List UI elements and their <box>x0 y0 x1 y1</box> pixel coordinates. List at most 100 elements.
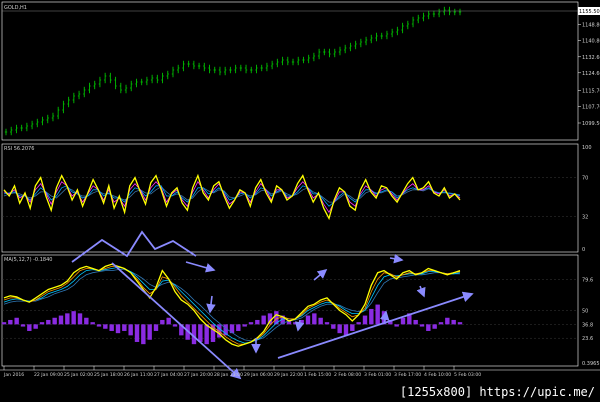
histogram-bar <box>426 324 431 331</box>
annotation-arrow <box>416 285 426 298</box>
histogram-bar <box>27 324 32 331</box>
histogram-bar <box>432 324 437 329</box>
histogram-bar <box>109 324 114 331</box>
histogram-bar <box>1 322 7 325</box>
price-tick-label: 1107.70 <box>582 105 600 111</box>
histogram-bar <box>331 324 336 329</box>
trading-chart: 1148.80 1140.80 1132.60 1124.60 1115.70 1107.… <box>0 1 600 380</box>
histogram-bar <box>400 317 406 325</box>
histogram-bar <box>369 308 374 325</box>
ma-tick-label: 79.6 <box>582 277 593 283</box>
histogram-bar <box>305 315 311 325</box>
histogram-bar <box>343 324 349 336</box>
histogram-bar <box>84 317 89 325</box>
histogram-bar <box>39 322 45 325</box>
time-tick-label: 25 Jan 02:00 <box>64 372 93 378</box>
histogram-bar <box>20 324 26 327</box>
histogram-bar <box>71 311 76 325</box>
time-tick-label: 2 Feb 08:00 <box>334 372 361 378</box>
histogram-bar <box>375 304 380 325</box>
rsi-line <box>3 180 461 214</box>
time-tick-label: 1 Feb 15:00 <box>304 372 331 378</box>
histogram-bar <box>14 317 19 325</box>
time-tick-label: 27 Jan 20:00 <box>184 372 213 378</box>
histogram-bar <box>242 324 247 327</box>
histogram-bar <box>324 322 330 325</box>
histogram-bar <box>141 324 146 345</box>
histogram-bar <box>362 315 368 325</box>
histogram-bar <box>52 317 57 325</box>
price-tick-label: 1132.60 <box>582 55 600 61</box>
time-tick-label: 28 Jan 13:00 <box>214 372 243 378</box>
annotation-zigzag <box>71 230 197 263</box>
histogram-bar <box>350 324 355 331</box>
price-tick-label: 1148.80 <box>582 22 600 28</box>
histogram-bar <box>312 313 317 325</box>
time-tick-label: 3 Feb 01:00 <box>364 372 391 378</box>
pane-frame <box>1 1 579 141</box>
time-tick-label: 25 Jan 18:00 <box>94 372 123 378</box>
ma-tick-label: 36.8 <box>582 322 593 328</box>
histogram-bar <box>103 324 108 329</box>
annotation-trendline-down <box>111 262 242 380</box>
time-tick-label: 4 Feb 10:00 <box>424 372 451 378</box>
time-tick-label: 22 Jan 09:00 <box>34 372 63 378</box>
histogram-bar <box>147 324 152 340</box>
histogram-bar <box>419 324 425 327</box>
time-tick-label: 26 Jan 11:00 <box>124 372 153 378</box>
time-tick-label: Jan 2016 <box>3 372 24 378</box>
histogram-bar <box>236 324 241 331</box>
annotation-arrow <box>185 261 216 273</box>
histogram-bar <box>337 324 342 334</box>
histogram-bar <box>172 324 178 327</box>
annotation-arrow <box>389 253 404 264</box>
histogram-bar <box>65 313 70 325</box>
ma-tick-label: 0.3965 <box>582 361 600 367</box>
histogram-bar <box>457 322 463 325</box>
histogram-bar <box>46 319 51 325</box>
time-tick-label: 3 Feb 17:00 <box>394 372 421 378</box>
rsi-tick-label: 100 <box>582 145 592 151</box>
histogram-bar <box>153 324 159 331</box>
annotation-arrow <box>294 319 305 332</box>
histogram-bar <box>58 315 64 325</box>
time-tick-label: 29 Jan 22:00 <box>274 372 303 378</box>
histogram-bar <box>445 317 450 325</box>
histogram-bar <box>90 322 95 325</box>
price-tick-label: 1115.70 <box>582 89 600 95</box>
histogram-bar <box>96 324 102 327</box>
histogram-bar <box>33 324 38 329</box>
histogram-bar <box>318 317 323 325</box>
rsi-tick-label: 0 <box>582 247 585 253</box>
histogram-bar <box>122 324 127 331</box>
histogram-bar <box>248 322 254 325</box>
time-tick-label: 5 Feb 03:00 <box>454 372 481 378</box>
histogram-bar <box>115 324 121 334</box>
annotation-arrow <box>206 295 216 314</box>
time-tick-label: 29 Jan 06:00 <box>244 372 273 378</box>
time-tick-label: 27 Jan 04:00 <box>154 372 183 378</box>
histogram-bar <box>77 313 83 325</box>
ma-line <box>3 263 461 347</box>
ma-tick-label: 50 <box>582 309 588 315</box>
rsi-title: RSI 56.2076 <box>4 146 34 152</box>
symbol-label: GOLD,H1 <box>4 5 27 11</box>
histogram-bar <box>204 324 209 345</box>
watermark: [1255x800] https://upic.me/ <box>396 384 598 400</box>
histogram-bar <box>166 317 171 325</box>
histogram-bar <box>255 319 260 325</box>
rsi-tick-label: 32 <box>582 214 588 220</box>
histogram-bar <box>438 322 444 325</box>
annotation-arrow <box>313 268 328 281</box>
histogram-bar <box>356 322 361 325</box>
price-tick-label: 1140.80 <box>582 38 600 44</box>
histogram-bar <box>198 324 203 342</box>
histogram-bar <box>293 322 298 325</box>
ma-title: MA(5,12,7) -0.1840 <box>4 257 52 263</box>
histogram-bar <box>413 319 418 325</box>
ma-tick-label: 23.6 <box>582 336 593 342</box>
histogram-bar <box>8 319 13 325</box>
histogram-bar <box>394 324 399 327</box>
histogram-bar <box>261 315 266 325</box>
histogram-bar <box>134 324 140 342</box>
